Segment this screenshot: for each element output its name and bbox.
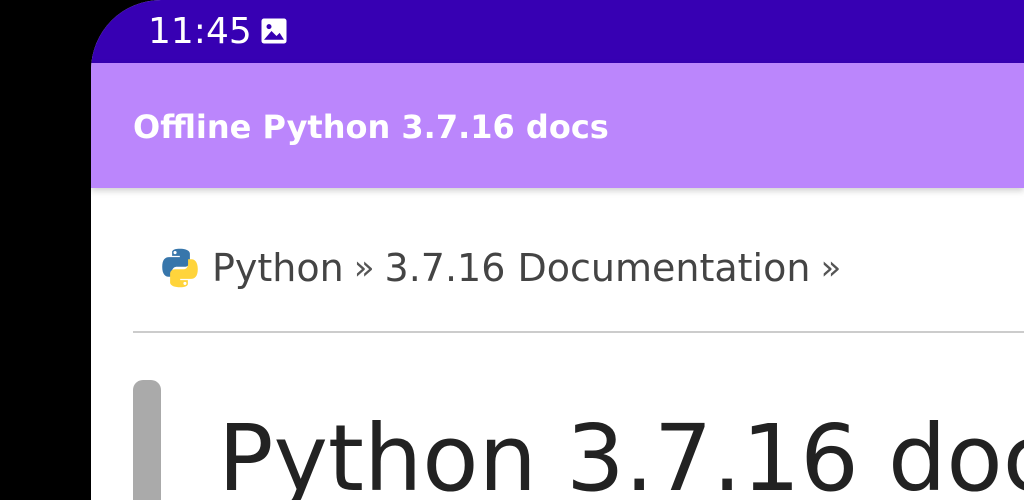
python-logo-icon bbox=[162, 248, 198, 288]
status-time: 11:45 bbox=[148, 11, 252, 52]
app-bar: Offline Python 3.7.16 docs bbox=[91, 63, 1024, 188]
image-icon bbox=[261, 18, 287, 44]
breadcrumb-separator: » bbox=[820, 248, 842, 288]
breadcrumb: Python » 3.7.16 Documentation » bbox=[158, 246, 851, 290]
breadcrumb-item-documentation[interactable]: 3.7.16 Documentation bbox=[385, 246, 811, 290]
divider bbox=[133, 331, 1024, 333]
doc-content[interactable]: Python » 3.7.16 Documentation » Python 3… bbox=[91, 188, 1024, 500]
device-screen: 11:45 Offline Python 3.7.16 docs Python … bbox=[91, 0, 1024, 500]
heading-accent-bar bbox=[133, 380, 161, 500]
app-title: Offline Python 3.7.16 docs bbox=[133, 108, 609, 146]
status-bar: 11:45 bbox=[91, 0, 1024, 63]
page-title: Python 3.7.16 documentation bbox=[218, 405, 1024, 500]
breadcrumb-item-python[interactable]: Python bbox=[212, 246, 344, 290]
breadcrumb-separator: » bbox=[353, 248, 375, 288]
